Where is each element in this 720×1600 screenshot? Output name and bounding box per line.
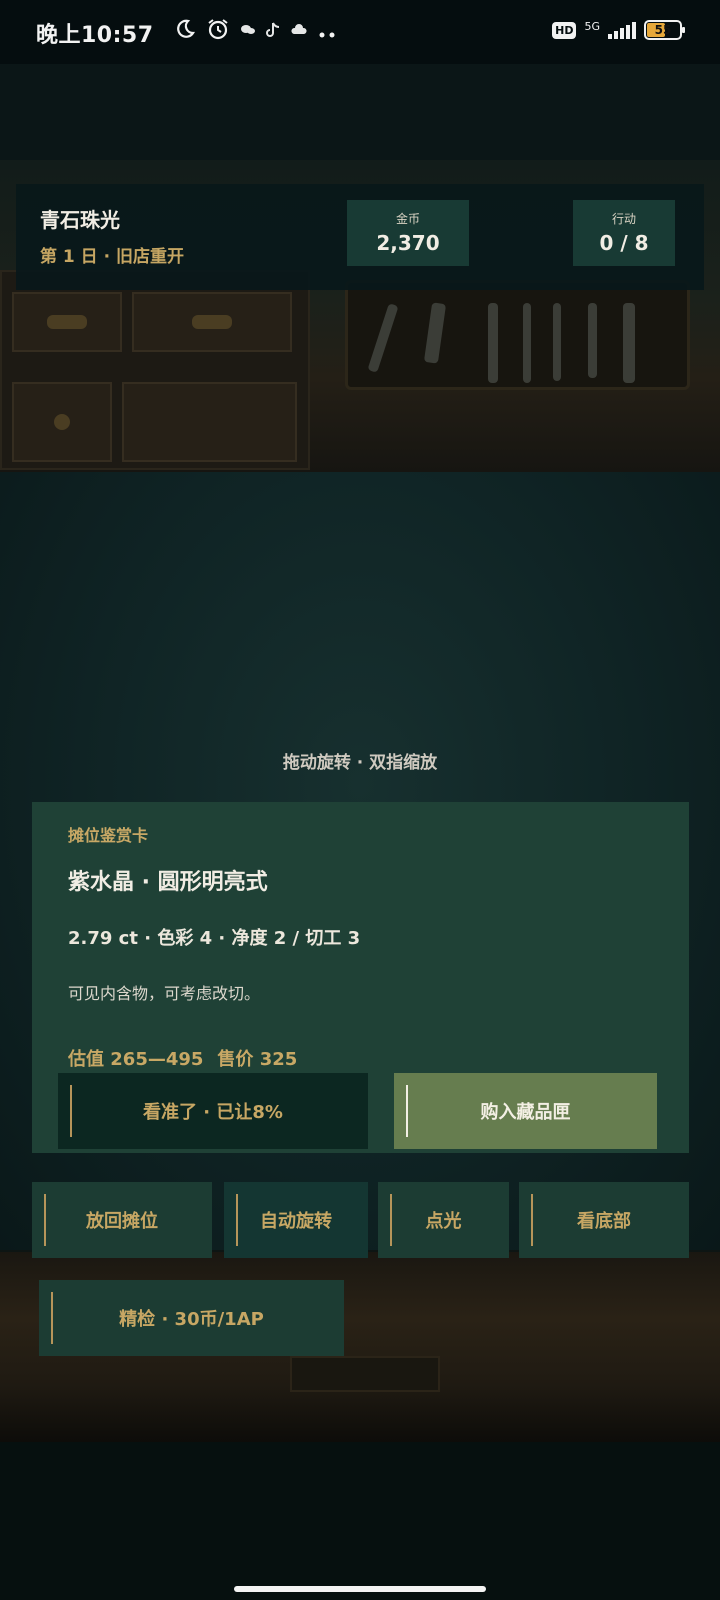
signal-icon — [608, 21, 636, 39]
tiktok-icon — [266, 22, 280, 42]
bottom-backdrop — [0, 1442, 720, 1600]
price-line: 估值 265—495 售价 325 — [68, 1045, 297, 1071]
battery-icon: 55 — [644, 20, 685, 40]
detailed-inspect-button[interactable]: 精检 · 30币/1AP — [39, 1280, 344, 1356]
auto-rotate-button[interactable]: 自动旋转 — [224, 1182, 368, 1258]
chat-icon — [240, 23, 256, 41]
header-hud: 青石珠光 第 1 日 · 旧店重开 金币 2,370 行动 0 / 8 — [16, 184, 704, 290]
cabinet — [0, 270, 310, 470]
gem-note: 可见内含物，可考虑改切。 — [68, 984, 261, 1003]
gesture-hint: 拖动旋转 · 双指缩放 — [282, 753, 438, 773]
card-kicker: 摊位鉴赏卡 — [68, 826, 149, 845]
accent-bar — [44, 1194, 46, 1246]
shop-name: 青石珠光 — [40, 208, 120, 232]
accent-bar — [236, 1194, 238, 1246]
accept-deal-button[interactable]: 看准了 · 已让8% — [58, 1073, 368, 1149]
coins-label: 金币 — [395, 212, 420, 226]
accent-bar — [51, 1292, 53, 1344]
battery-level: 55 — [654, 23, 672, 37]
hd-badge: HD — [552, 21, 577, 39]
inspect-label: 精检 · 30币/1AP — [119, 1309, 264, 1330]
gem-specs: 2.79 ct · 色彩 4 · 净度 2 / 切工 3 — [68, 928, 361, 949]
status-bar: 晚上10:57 HD 5G 55 — [0, 0, 720, 64]
auto-rotate-label: 自动旋转 — [260, 1211, 332, 1232]
view-bottom-button[interactable]: 看底部 — [519, 1182, 689, 1258]
action-points-label: 行动 — [611, 212, 636, 226]
return-to-stall-button[interactable]: 放回摊位 — [32, 1182, 212, 1258]
status-right: HD 5G 55 — [552, 19, 685, 40]
moon-icon — [174, 18, 196, 45]
table-drawer — [290, 1356, 440, 1392]
estimate-value: 估值 265—495 — [68, 1049, 204, 1070]
spotlight-button[interactable]: 点光 — [378, 1182, 509, 1258]
accent-bar — [406, 1085, 408, 1137]
action-points-value: 0 / 8 — [599, 231, 649, 255]
accent-bar — [70, 1085, 72, 1137]
network-label: 5G — [584, 19, 600, 33]
day-label: 第 1 日 · 旧店重开 — [40, 247, 184, 267]
spotlight-label: 点光 — [425, 1211, 462, 1232]
coins-stat: 金币 2,370 — [347, 200, 469, 266]
alarm-icon — [206, 17, 230, 46]
view-bottom-label: 看底部 — [577, 1211, 631, 1232]
coins-value: 2,370 — [376, 231, 440, 255]
action-points-stat: 行动 0 / 8 — [573, 200, 675, 266]
cloud-icon — [290, 23, 308, 41]
accent-bar — [531, 1194, 533, 1246]
return-label: 放回摊位 — [86, 1211, 158, 1232]
buy-button[interactable]: 购入藏品匣 — [394, 1073, 657, 1149]
asking-price: 售价 325 — [217, 1049, 298, 1070]
gem-title: 紫水晶 · 圆形明亮式 — [68, 870, 268, 895]
accent-bar — [390, 1194, 392, 1246]
home-indicator[interactable] — [234, 1586, 486, 1592]
tool-tray — [345, 280, 690, 390]
top-backdrop — [0, 64, 720, 160]
status-icons — [174, 17, 338, 46]
more-icon — [318, 20, 338, 44]
buy-label: 购入藏品匣 — [480, 1102, 571, 1123]
accept-deal-label: 看准了 · 已让8% — [143, 1102, 283, 1123]
status-time: 晚上10:57 — [36, 23, 154, 48]
